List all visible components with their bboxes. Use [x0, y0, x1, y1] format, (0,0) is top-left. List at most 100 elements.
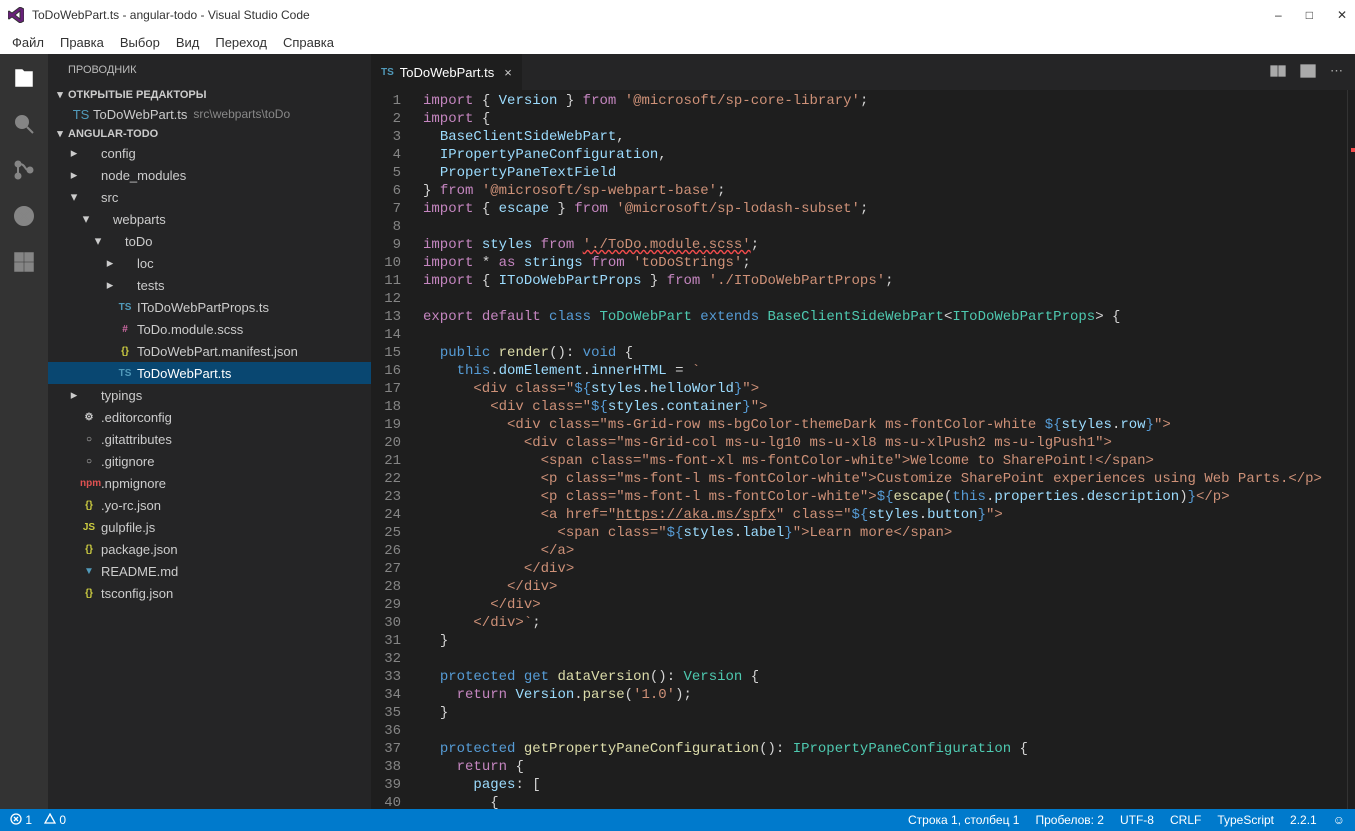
status-warnings[interactable]: 0	[44, 813, 66, 827]
maximize-icon[interactable]: □	[1306, 8, 1313, 22]
chevron-icon: ▸	[104, 277, 116, 293]
tree-label: tests	[137, 278, 164, 293]
status-cursor-position[interactable]: Строка 1, столбец 1	[908, 813, 1019, 827]
close-icon[interactable]: ✕	[1337, 8, 1347, 22]
file-icon: TS	[116, 302, 134, 313]
tree-label: ToDoWebPart.ts	[137, 366, 231, 381]
window-title: ToDoWebPart.ts - angular-todo - Visual S…	[32, 8, 1275, 22]
tree-item[interactable]: {}ToDoWebPart.manifest.json	[48, 340, 371, 362]
tree-label: toDo	[125, 234, 152, 249]
status-language[interactable]: TypeScript	[1217, 813, 1274, 827]
split-editor-icon[interactable]	[1300, 63, 1316, 82]
tree-label: typings	[101, 388, 142, 403]
status-encoding[interactable]: UTF-8	[1120, 813, 1154, 827]
tree-item[interactable]: ▾src	[48, 186, 371, 208]
chevron-icon: ▸	[68, 387, 80, 403]
status-eol[interactable]: CRLF	[1170, 813, 1201, 827]
tree-label: package.json	[101, 542, 178, 557]
chevron-down-icon: ▾	[54, 127, 66, 140]
vscode-icon	[8, 7, 24, 23]
activity-bar	[0, 54, 48, 809]
chevron-icon: ▾	[80, 211, 92, 227]
tree-item[interactable]: npm.npmignore	[48, 472, 371, 494]
chevron-down-icon: ▾	[54, 88, 66, 101]
status-bar: 1 0 Строка 1, столбец 1 Пробелов: 2 UTF-…	[0, 809, 1355, 831]
chevron-icon: ▾	[68, 189, 80, 205]
line-gutter: 1234567891011121314151617181920212223242…	[371, 90, 419, 809]
editor-body[interactable]: 1234567891011121314151617181920212223242…	[371, 90, 1355, 809]
tree-item[interactable]: {}package.json	[48, 538, 371, 560]
tree-item[interactable]: #ToDo.module.scss	[48, 318, 371, 340]
file-icon: {}	[80, 500, 98, 511]
tree-label: gulpfile.js	[101, 520, 155, 535]
file-icon: #	[116, 324, 134, 335]
file-path: src\webparts\toDo	[193, 107, 290, 121]
menubar: ФайлПравкаВыборВидПереходСправка	[0, 30, 1355, 54]
tree-item[interactable]: ▾ toDo	[48, 230, 371, 252]
tree-label: .npmignore	[101, 476, 166, 491]
tree-item[interactable]: ▸config	[48, 142, 371, 164]
status-indentation[interactable]: Пробелов: 2	[1035, 813, 1104, 827]
tree-item[interactable]: ▼README.md	[48, 560, 371, 582]
tree-item[interactable]: ○.gitattributes	[48, 428, 371, 450]
tree-label: .gitattributes	[101, 432, 172, 447]
menu-справка[interactable]: Справка	[275, 35, 342, 50]
status-errors[interactable]: 1	[10, 813, 32, 827]
tree-item[interactable]: TSToDoWebPart.ts	[48, 362, 371, 384]
tab-close-icon[interactable]: ×	[504, 65, 512, 80]
open-editor-item[interactable]: TSToDoWebPart.tssrc\webparts\toDo	[48, 103, 371, 125]
menu-переход[interactable]: Переход	[207, 35, 275, 50]
chevron-icon: ▸	[68, 145, 80, 161]
editor-area: TS ToDoWebPart.ts × ⋯ 123456789101112131…	[371, 54, 1355, 809]
tree-item[interactable]: ▾webparts	[48, 208, 371, 230]
menu-правка[interactable]: Правка	[52, 35, 112, 50]
typescript-icon: TS	[381, 67, 394, 78]
tree-item[interactable]: ⚙.editorconfig	[48, 406, 371, 428]
typescript-icon: TS	[72, 107, 90, 122]
menu-выбор[interactable]: Выбор	[112, 35, 168, 50]
tree-item[interactable]: ○.gitignore	[48, 450, 371, 472]
file-icon: {}	[80, 588, 98, 599]
code-content[interactable]: import { Version } from '@microsoft/sp-c…	[419, 90, 1347, 809]
explorer-icon[interactable]	[10, 64, 38, 92]
tree-label: .yo-rc.json	[101, 498, 161, 513]
scm-icon[interactable]	[10, 156, 38, 184]
search-icon[interactable]	[10, 110, 38, 138]
status-feedback-icon[interactable]: ☺	[1333, 813, 1345, 827]
error-marker[interactable]	[1351, 148, 1355, 152]
tree-item[interactable]: JSgulpfile.js	[48, 516, 371, 538]
project-header[interactable]: ▾ ANGULAR-TODO	[48, 125, 371, 142]
tree-item[interactable]: ▸ loc	[48, 252, 371, 274]
tab-label: ToDoWebPart.ts	[400, 65, 494, 80]
tree-item[interactable]: ▸ tests	[48, 274, 371, 296]
sidebar-explorer: ПРОВОДНИК ▾ ОТКРЫТЫЕ РЕДАКТОРЫ TSToDoWeb…	[48, 54, 371, 809]
compare-icon[interactable]	[1270, 63, 1286, 82]
open-editors-header[interactable]: ▾ ОТКРЫТЫЕ РЕДАКТОРЫ	[48, 86, 371, 103]
tree-label: node_modules	[101, 168, 186, 183]
tree-label: loc	[137, 256, 154, 271]
tree-item[interactable]: TSIToDoWebPartProps.ts	[48, 296, 371, 318]
minimize-icon[interactable]: –	[1275, 8, 1282, 22]
file-icon: ⚙	[80, 412, 98, 423]
file-icon: {}	[80, 544, 98, 555]
status-version[interactable]: 2.2.1	[1290, 813, 1317, 827]
file-icon: npm	[80, 478, 98, 489]
tab-todowebpart[interactable]: TS ToDoWebPart.ts ×	[371, 54, 523, 90]
tree-item[interactable]: {}.yo-rc.json	[48, 494, 371, 516]
window-titlebar: ToDoWebPart.ts - angular-todo - Visual S…	[0, 0, 1355, 30]
more-actions-icon[interactable]: ⋯	[1330, 63, 1343, 82]
menu-вид[interactable]: Вид	[168, 35, 208, 50]
tree-item[interactable]: {}tsconfig.json	[48, 582, 371, 604]
debug-icon[interactable]	[10, 202, 38, 230]
extensions-icon[interactable]	[10, 248, 38, 276]
tree-item[interactable]: ▸ node_modules	[48, 164, 371, 186]
tree-label: .editorconfig	[101, 410, 172, 425]
sidebar-title: ПРОВОДНИК	[48, 54, 371, 86]
tree-item[interactable]: ▸ typings	[48, 384, 371, 406]
chevron-icon: ▸	[68, 167, 80, 183]
menu-файл[interactable]: Файл	[4, 35, 52, 50]
chevron-icon: ▸	[104, 255, 116, 271]
chevron-icon: ▾	[92, 233, 104, 249]
overview-ruler[interactable]	[1347, 90, 1355, 809]
file-icon: JS	[80, 522, 98, 533]
